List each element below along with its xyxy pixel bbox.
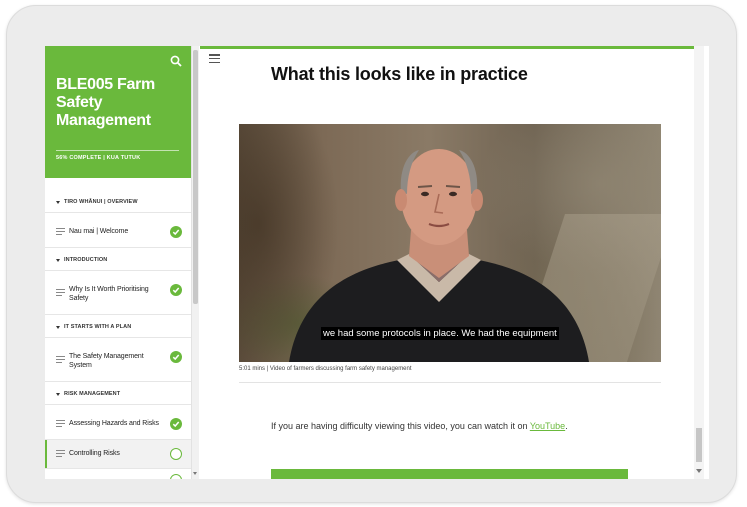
lesson-why-prioritise-safety[interactable]: Why Is It Worth Prioritising Safety: [45, 275, 191, 313]
section-label: INTRODUCTION: [64, 257, 108, 263]
lesson-lines-icon: [56, 420, 65, 429]
divider: [239, 382, 661, 383]
lesson-safety-management-system[interactable]: The Safety Management System: [45, 342, 191, 380]
divider: [45, 468, 191, 469]
youtube-link[interactable]: YouTube: [530, 421, 565, 431]
lesson-welcome[interactable]: Nau mai | Welcome: [45, 217, 191, 247]
course-header: BLE005 Farm Safety Management 56% COMPLE…: [45, 46, 191, 178]
lesson-lines-icon: [56, 356, 65, 365]
section-overview[interactable]: TIRO WHĀNUI | OVERVIEW: [56, 199, 138, 205]
progress-bar: [200, 46, 694, 49]
lesson-label: Controlling Risks: [69, 450, 120, 457]
divider: [45, 212, 191, 213]
page-title: What this looks like in practice: [271, 64, 528, 84]
triangle-down-icon: [56, 392, 60, 396]
scroll-down-arrow-icon[interactable]: [696, 469, 702, 473]
section-label: IT STARTS WITH A PLAN: [64, 324, 132, 330]
lesson-assessing-hazards[interactable]: Assessing Hazards and Risks: [45, 409, 191, 439]
empty-circle-icon: [170, 448, 182, 460]
video-description: 5:01 mins | Video of farmers discussing …: [239, 366, 412, 372]
divider: [45, 337, 191, 338]
continue-button[interactable]: [271, 469, 628, 479]
lesson-label: Why Is It Worth Prioritising Safety: [69, 286, 149, 302]
video-player[interactable]: we had some protocols in place. We had t…: [239, 124, 661, 362]
divider: [56, 150, 179, 151]
check-circle-icon: [170, 226, 182, 238]
divider: [45, 270, 191, 271]
divider: [45, 381, 191, 382]
section-introduction[interactable]: INTRODUCTION: [56, 257, 107, 263]
check-circle-icon: [170, 418, 182, 430]
check-circle-icon: [170, 284, 182, 296]
hamburger-menu-icon[interactable]: [209, 54, 220, 64]
divider: [45, 404, 191, 405]
course-progress: 56% COMPLETE | KUA TUTUK: [56, 155, 141, 161]
triangle-down-icon: [56, 200, 60, 204]
divider: [45, 247, 191, 248]
lesson-label: The Safety Management System: [69, 353, 144, 369]
lesson-label: Assessing Hazards and Risks: [69, 420, 159, 427]
section-label: RISK MANAGEMENT: [64, 391, 121, 397]
course-sidebar: BLE005 Farm Safety Management 56% COMPLE…: [45, 46, 191, 479]
lesson-lines-icon: [56, 228, 65, 237]
tablet-frame: BLE005 Farm Safety Management 56% COMPLE…: [6, 5, 737, 503]
scroll-down-arrow-icon[interactable]: [193, 472, 197, 475]
triangle-down-icon: [56, 258, 60, 262]
course-title: BLE005 Farm Safety Management: [56, 76, 155, 129]
content-scroll-thumb[interactable]: [696, 428, 702, 462]
content-scrollbar[interactable]: [694, 46, 704, 479]
sidebar-scroll-thumb[interactable]: [193, 50, 198, 304]
check-circle-icon: [170, 351, 182, 363]
search-icon[interactable]: [170, 55, 182, 67]
section-label: TIRO WHĀNUI | OVERVIEW: [64, 199, 138, 205]
lesson-content: What this looks like in practice we had …: [200, 46, 709, 479]
video-caption: we had some protocols in place. We had t…: [321, 327, 559, 340]
lesson-lines-icon: [56, 289, 65, 298]
section-starts-with-plan[interactable]: IT STARTS WITH A PLAN: [56, 324, 131, 330]
section-risk-management[interactable]: RISK MANAGEMENT: [56, 391, 120, 397]
help-text: If you are having difficulty viewing thi…: [271, 421, 568, 431]
triangle-down-icon: [56, 325, 60, 329]
lesson-lines-icon: [56, 450, 65, 459]
empty-circle-icon: [170, 474, 182, 479]
lesson-label: Nau mai | Welcome: [69, 228, 129, 235]
app-screen: BLE005 Farm Safety Management 56% COMPLE…: [45, 46, 709, 479]
lesson-controlling-risks[interactable]: Controlling Risks: [45, 440, 191, 468]
divider: [45, 314, 191, 315]
